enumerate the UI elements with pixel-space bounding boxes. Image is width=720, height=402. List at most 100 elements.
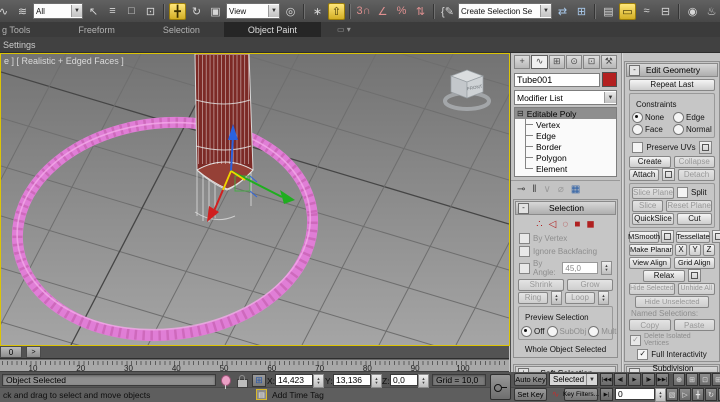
keyboard-override-icon[interactable]: ⇧ <box>328 3 345 20</box>
y-coordinate-field[interactable]: 13,136 <box>333 374 371 386</box>
reset-plane-button[interactable]: Reset Plane <box>666 200 712 212</box>
object-color-swatch[interactable] <box>602 72 617 87</box>
fov-button[interactable]: ▷ <box>679 388 691 401</box>
torus-object[interactable] <box>7 108 324 345</box>
object-name-field[interactable]: Tube001 <box>514 73 600 87</box>
stack-item-vertex[interactable]: Vertex <box>515 119 616 130</box>
ribbon-tab-object-paint[interactable]: Object Paint <box>224 22 321 37</box>
set-key-button[interactable]: Set Key <box>514 388 547 401</box>
create-button[interactable]: Create <box>629 156 671 168</box>
angle-snap-icon[interactable]: ∠ <box>374 3 391 20</box>
time-tag-icon[interactable]: ▤ <box>256 389 267 400</box>
utilities-tab[interactable]: ⚒ <box>601 55 617 69</box>
tessellate-button[interactable]: Tessellate <box>676 231 710 243</box>
create-selection-set-select[interactable]: Create Selection Se▼ <box>458 3 552 19</box>
grid-align-button[interactable]: Grid Align <box>674 257 716 269</box>
selection-filter-select[interactable]: All▼ <box>33 3 83 19</box>
prev-frame-button[interactable]: ◀| <box>614 373 627 386</box>
modifier-stack[interactable]: ⊟Editable PolyVertexEdgeBorderPolygonEle… <box>514 107 617 177</box>
paste-button[interactable]: Paste <box>674 319 716 331</box>
key-mode-button[interactable]: ▶| <box>600 388 613 401</box>
coord-system-select[interactable]: View▼ <box>226 3 280 19</box>
split-checkbox[interactable] <box>677 187 688 198</box>
border-mode-icon[interactable]: ◌ <box>562 219 568 230</box>
hide-selected-button[interactable]: Hide Selected <box>629 283 675 295</box>
planar-x-button[interactable]: X <box>675 244 687 256</box>
zoom-region-icon[interactable]: ▧ <box>666 388 678 401</box>
preview-multi-radio[interactable] <box>588 326 599 337</box>
ribbon-toggle-icon[interactable]: ▭ <box>619 3 636 20</box>
zoom-all-icon[interactable]: ⊞ <box>686 373 698 386</box>
stack-item-border[interactable]: Border <box>515 141 616 152</box>
by-angle-checkbox[interactable]: By Angle: 45,0 ▲▼ <box>514 258 617 278</box>
window-crossing-icon[interactable]: ⊡ <box>142 3 159 20</box>
copy-button[interactable]: Copy <box>629 319 671 331</box>
preview-off-radio[interactable] <box>521 326 532 337</box>
relax-settings-icon[interactable] <box>688 269 701 282</box>
spinner-snap-icon[interactable]: ⇅ <box>412 3 429 20</box>
collapse-button[interactable]: Collapse <box>674 156 716 168</box>
stack-item-polygon[interactable]: Polygon <box>515 152 616 163</box>
play-button[interactable]: ▶ <box>628 373 641 386</box>
time-slider-handle[interactable]: 0 <box>0 346 22 358</box>
detach-button[interactable]: Detach <box>678 169 715 181</box>
slice-button[interactable]: Slice <box>632 200 663 212</box>
tessellate-settings-icon[interactable] <box>712 230 720 243</box>
orbit-icon[interactable]: ↻ <box>705 388 717 401</box>
delete-isolated-checkbox[interactable]: Delete Isolated Vertices <box>625 332 719 348</box>
settings-panel-label[interactable]: Settings <box>3 40 36 50</box>
shrink-button[interactable]: Shrink <box>518 279 564 291</box>
stack-item-editable-poly[interactable]: ⊟Editable Poly <box>515 108 616 119</box>
track-bar[interactable]: 102030405060708090100 <box>0 359 509 372</box>
pivot-center-icon[interactable]: ◎ <box>282 3 299 20</box>
curve-editor-icon[interactable]: ≈ <box>638 3 655 20</box>
perspective-viewport[interactable]: e ] [ Realistic + Edged Faces ] FRONT <box>0 53 510 346</box>
collapse-icon[interactable]: ⊟ <box>517 109 524 118</box>
select-manipulate-icon[interactable]: ∗ <box>309 3 326 20</box>
auto-key-button[interactable]: Auto Key <box>514 373 547 386</box>
selection-rollout-header[interactable]: - Selection <box>515 201 616 215</box>
hide-unselected-button[interactable]: Hide Unselected <box>635 296 709 308</box>
selection-set-dropdown[interactable]: Selected ▼ <box>549 373 598 386</box>
ring-button[interactable]: Ring <box>518 292 548 304</box>
z-coordinate-field[interactable]: 0,0 <box>390 374 418 386</box>
mirror-icon[interactable]: ⇄ <box>554 3 571 20</box>
cut-button[interactable]: Cut <box>677 213 712 225</box>
spinner[interactable]: ▲▼ <box>418 374 429 388</box>
preserve-uvs-settings-icon[interactable] <box>699 141 712 154</box>
loop-button[interactable]: Loop <box>565 292 595 304</box>
zoom-extents-all-icon[interactable]: ⊞ <box>712 373 720 386</box>
ribbon-settings-row[interactable]: Settings <box>0 37 720 53</box>
motion-tab[interactable]: ⊙ <box>566 55 582 69</box>
relax-button[interactable]: Relax <box>643 270 685 282</box>
tube-object[interactable] <box>195 54 253 222</box>
percent-snap-icon[interactable]: % <box>393 3 410 20</box>
time-slider[interactable]: 0 > <box>0 346 509 359</box>
unhide-all-button[interactable]: Unhide All <box>678 283 715 295</box>
zoom-icon[interactable]: ⊕ <box>673 373 685 386</box>
align-icon[interactable]: ⊞ <box>573 3 590 20</box>
planar-z-button[interactable]: Z <box>703 244 715 256</box>
ribbon-panel-menu-icon[interactable]: ▭ ▾ <box>337 22 351 37</box>
set-keys-button[interactable] <box>490 374 511 400</box>
select-scale-icon[interactable]: ▣ <box>207 3 224 20</box>
constraint-none-radio[interactable] <box>632 112 643 123</box>
snap-3d-icon[interactable]: 3∩ <box>355 3 372 20</box>
go-end-button[interactable]: ▶▶| <box>656 373 669 386</box>
msmooth-button[interactable]: MSmooth <box>629 231 659 243</box>
spinner[interactable]: ▲▼ <box>551 291 562 305</box>
go-start-button[interactable]: |◀◀ <box>600 373 613 386</box>
next-frame-button[interactable]: |▶ <box>642 373 655 386</box>
select-object-icon[interactable]: ↖ <box>85 3 102 20</box>
create-tab[interactable]: + <box>514 55 530 69</box>
key-filters-button[interactable]: Key Filters... <box>564 388 598 401</box>
modify-tab[interactable]: ∿ <box>531 55 547 69</box>
select-rotate-icon[interactable]: ↻ <box>188 3 205 20</box>
edit-named-sets-icon[interactable]: {✎ <box>439 3 456 20</box>
absolute-mode-icon[interactable]: ⊞ <box>252 374 266 387</box>
msmooth-settings-icon[interactable] <box>661 230 674 243</box>
x-coordinate-field[interactable]: 14,423 <box>275 374 313 386</box>
spinner[interactable]: ▲▼ <box>598 291 609 305</box>
edge-mode-icon[interactable]: ◁ <box>549 219 557 230</box>
pin-stack-icon[interactable]: ⊸ <box>517 184 525 195</box>
